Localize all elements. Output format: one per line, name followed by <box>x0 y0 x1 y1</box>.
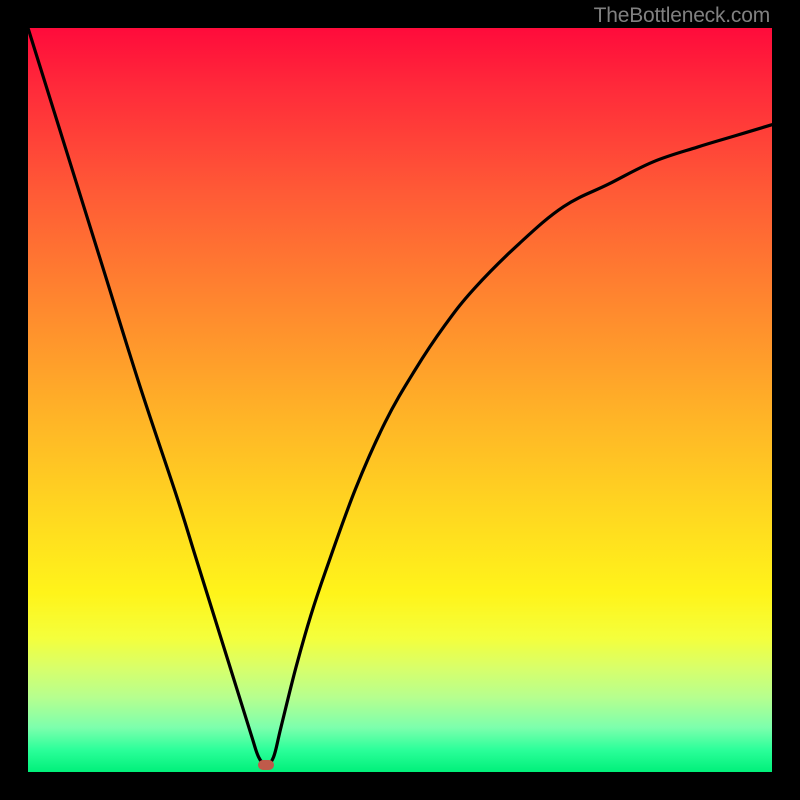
minimum-marker <box>258 760 274 770</box>
bottleneck-curve <box>28 28 772 772</box>
chart-frame: TheBottleneck.com <box>0 0 800 800</box>
attribution-label: TheBottleneck.com <box>594 4 770 28</box>
plot-area <box>28 28 772 772</box>
